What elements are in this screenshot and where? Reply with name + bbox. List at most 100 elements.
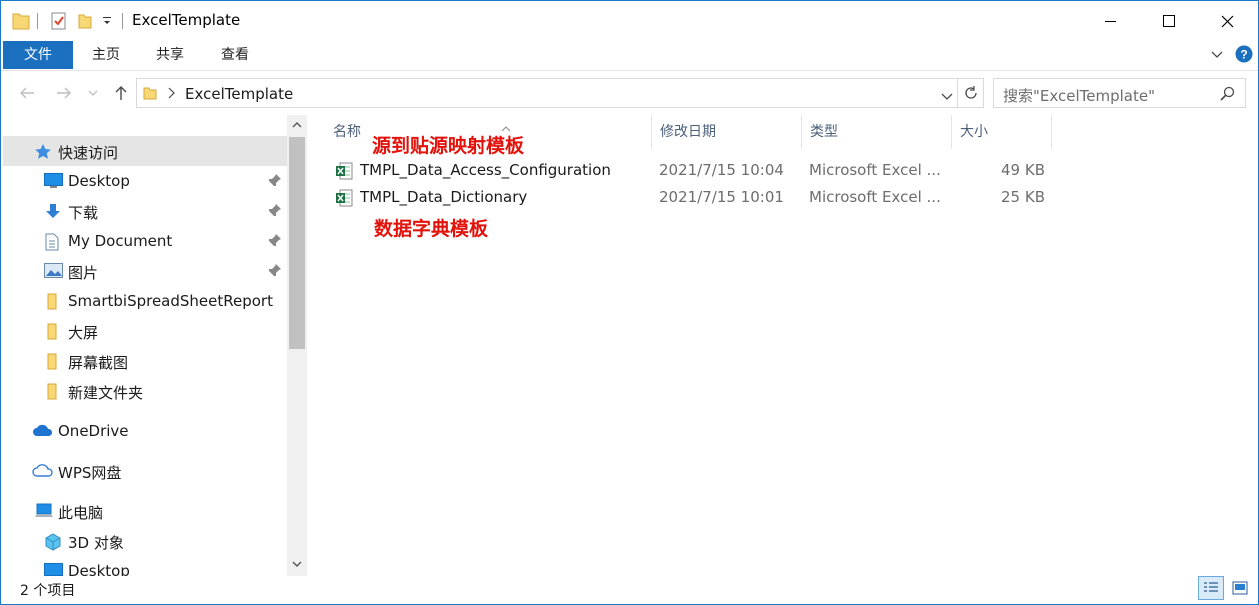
folder-icon [46,353,64,370]
folder-icon [46,323,64,340]
new-folder-icon[interactable] [77,11,93,35]
sidebar-item-downloads[interactable]: 下载 [3,196,287,226]
sidebar-item-quick-access[interactable]: 快速访问 [3,136,287,166]
sidebar-item-large-screen[interactable]: 大屏 [3,316,287,346]
minimize-icon [1105,21,1116,22]
file-explorer-window: ExcelTemplate 文件 主页 共享 查看 ? ExcelTemplat… [0,0,1259,605]
pin-icon[interactable] [268,203,282,221]
excel-file-icon [335,162,353,184]
arrow-left-icon [20,87,34,99]
tab-view[interactable]: 查看 [210,41,260,69]
sidebar-item-desktop-pc[interactable]: Desktop [3,556,287,576]
forward-button[interactable] [52,81,76,105]
sidebar-item-smartbi[interactable]: SmartbiSpreadSheetReport [3,286,287,316]
column-header-type[interactable]: 类型 [802,115,952,149]
column-header-date[interactable]: 修改日期 [652,115,802,149]
maximize-button[interactable] [1139,1,1199,41]
document-icon [44,233,62,251]
file-date: 2021/7/15 10:04 [659,161,784,179]
folder-icon [143,85,157,105]
file-date: 2021/7/15 10:01 [659,188,784,206]
sidebar-item-desktop[interactable]: Desktop [3,166,287,196]
address-bar[interactable]: ExcelTemplate [136,78,958,108]
recent-locations-button[interactable] [85,81,101,105]
sidebar-item-onedrive[interactable]: OneDrive [3,416,287,446]
column-header-size[interactable]: 大小 [952,115,1052,149]
refresh-button[interactable] [958,78,984,108]
onedrive-icon [32,423,54,439]
annotation-dictionary-template: 数据字典模板 [374,218,489,240]
pin-icon[interactable] [268,173,282,191]
sidebar-item-new-folder[interactable]: 新建文件夹 [3,376,287,406]
desktop-icon [44,173,63,189]
sidebar-item-this-pc[interactable]: 此电脑 [3,496,287,526]
refresh-icon [964,86,977,99]
address-row: ExcelTemplate 搜索"ExcelTemplate" [1,72,1258,114]
cloud-icon [32,463,54,479]
star-icon [34,143,52,159]
large-icons-view-icon [1232,581,1248,595]
details-view-icon [1204,582,1218,592]
sidebar-item-wps-cloud[interactable]: WPS网盘 [3,456,287,486]
minimize-button[interactable] [1081,1,1141,41]
file-row[interactable]: TMPL_Data_Dictionary 2021/7/15 10:01 Mic… [326,184,1056,211]
file-type: Microsoft Excel ... [809,161,941,179]
file-row[interactable]: TMPL_Data_Access_Configuration 2021/7/15… [326,157,1056,184]
pin-icon[interactable] [268,263,282,281]
desktop-icon [44,563,63,576]
large-icons-view-button[interactable] [1227,576,1253,600]
folder-icon [46,293,64,310]
pictures-icon [44,263,63,279]
help-icon[interactable]: ? [1235,45,1253,67]
sidebar-scrollbar[interactable] [287,115,307,576]
expand-ribbon-icon[interactable] [1210,47,1224,65]
file-name: TMPL_Data_Dictionary [360,188,528,206]
item-count: 2 个项目 [20,583,76,599]
search-input[interactable]: 搜索"ExcelTemplate" [993,78,1246,108]
chevron-down-icon[interactable] [102,15,112,31]
arrow-right-icon [57,87,71,99]
tab-file[interactable]: 文件 [3,41,73,69]
details-view-button[interactable] [1198,576,1224,600]
pin-icon[interactable] [268,233,282,251]
download-icon [44,203,62,219]
computer-icon [34,503,54,519]
sidebar-item-screenshots[interactable]: 屏幕截图 [3,346,287,376]
cube-icon [44,533,62,551]
file-list: 名称 修改日期 类型 大小 源到贴源映射模板 TMPL_Data_Access_… [308,115,1258,576]
address-path: ExcelTemplate [185,85,294,103]
sidebar-item-my-document[interactable]: My Document [3,226,287,256]
folder-icon [46,383,64,400]
file-size: 49 KB [1001,161,1045,179]
back-button[interactable] [15,81,39,105]
annotation-mapping-template: 源到贴源映射模板 [372,135,525,157]
sidebar-item-3d-objects[interactable]: 3D 对象 [3,526,287,556]
scroll-down-icon[interactable] [287,554,307,574]
scroll-up-icon[interactable] [287,115,307,135]
ribbon-tabs: 文件 主页 共享 查看 ? [1,41,1258,71]
folder-icon [12,11,30,35]
chevron-right-icon [167,87,175,103]
tab-share[interactable]: 共享 [145,41,195,69]
properties-icon[interactable] [50,11,68,35]
scrollbar-thumb[interactable] [289,137,305,349]
status-bar: 2 个项目 [1,576,1258,604]
title-bar: ExcelTemplate [1,1,1258,41]
close-icon [1221,15,1233,27]
close-button[interactable] [1197,1,1257,41]
svg-text:?: ? [1240,48,1247,62]
search-icon[interactable] [1220,86,1235,105]
chevron-down-icon[interactable] [941,89,953,105]
chevron-down-icon [88,90,98,96]
file-name: TMPL_Data_Access_Configuration [360,161,611,179]
window-title: ExcelTemplate [132,11,241,29]
up-button[interactable] [109,81,133,105]
sidebar-item-pictures[interactable]: 图片 [3,256,287,286]
excel-file-icon [335,189,353,211]
navigation-pane: 快速访问 Desktop 下载 My Document 图片 SmartbiSp… [1,115,307,576]
file-type: Microsoft Excel ... [809,188,941,206]
file-size: 25 KB [1001,188,1045,206]
maximize-icon [1163,15,1175,27]
tab-home[interactable]: 主页 [81,41,131,69]
arrow-up-icon [115,86,127,100]
